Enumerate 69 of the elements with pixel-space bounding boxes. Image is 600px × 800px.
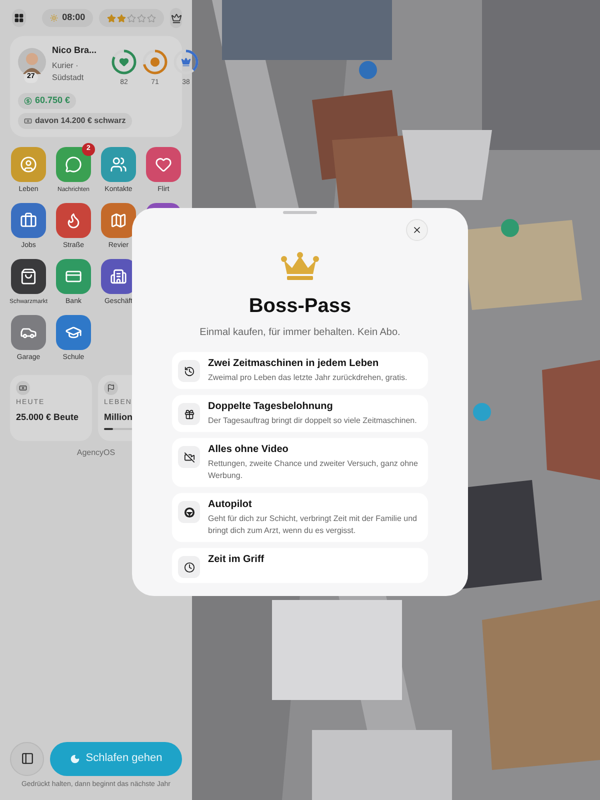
close-button[interactable] (406, 219, 428, 241)
sun-icon (50, 14, 58, 22)
star-icon (137, 14, 146, 22)
app-tile[interactable] (11, 258, 46, 294)
chat-icon (65, 156, 82, 172)
card-value: Million (104, 411, 134, 424)
feature-title: Zeit im Griff (208, 553, 264, 566)
grid-icon (14, 13, 24, 23)
app-tile[interactable] (146, 146, 181, 182)
sleep-button[interactable]: Schlafen gehen (50, 742, 182, 776)
people-icon (110, 156, 127, 172)
flame-icon (65, 212, 82, 228)
feature-text: Geht für dich zur Schicht, verbringt Zeit mit der Familie und bringt dich zum Arzt, wenn du es vergisst. (208, 513, 418, 537)
cash-text: davon 14.200 € schwarz (35, 114, 126, 126)
crown-icon (170, 12, 182, 24)
map-icon (110, 212, 127, 228)
feature-text: Rettungen, zweite Chance und zweiter Versuch, ganz ohne Werbung. (208, 458, 419, 482)
steering-wheel-icon (184, 506, 194, 518)
app-tile[interactable] (11, 314, 46, 350)
crown-button[interactable] (170, 8, 182, 28)
avatar-icon (18, 48, 46, 76)
player-district: Südstadt (52, 72, 85, 84)
feature-title: Autopilot (208, 498, 253, 511)
player-role: Kurier · (52, 60, 80, 72)
app-tile[interactable] (56, 314, 91, 350)
menu-button[interactable] (12, 9, 26, 27)
card-value: 25.000 € Beute (16, 411, 80, 424)
player-name: Nico Bra... (52, 44, 98, 57)
feature-text: Zweimal pro Leben das letzte Jahr zurückdrehen, gratis. (208, 372, 408, 384)
heart-icon (155, 156, 172, 172)
app-tile[interactable] (11, 146, 46, 182)
feature-title: Doppelte Tagesbelohnung (208, 400, 334, 413)
app-tile[interactable] (101, 146, 136, 182)
feature-text: Der Tagesauftrag bringt dir doppelt so viele Zeitmaschinen. (208, 415, 417, 427)
building-icon (110, 268, 127, 284)
star-icon (127, 14, 136, 22)
app-tile[interactable] (56, 202, 91, 238)
crown-icon (280, 252, 320, 280)
moon-icon (70, 754, 80, 764)
feature-title: Alles ohne Video (208, 443, 290, 456)
clock-icon (184, 562, 194, 572)
money-text: 60.750 € (35, 94, 70, 107)
banknote-icon (24, 116, 32, 124)
banknote-icon (19, 384, 27, 392)
time-text: 08:00 (62, 11, 86, 24)
dialog-subtitle: Einmal kaufen, für immer behalten. Kein Abo. (200, 326, 400, 340)
person-icon (20, 156, 37, 172)
sidebar-toggle-button[interactable] (10, 742, 44, 776)
app-tile[interactable] (11, 202, 46, 238)
star-icon (147, 14, 156, 22)
feature-title: Zwei Zeitmaschinen in jedem Leben (208, 357, 380, 370)
app-tile[interactable] (56, 258, 91, 294)
gift-icon (184, 408, 194, 420)
app-tile[interactable] (56, 146, 91, 182)
history-icon (184, 366, 194, 376)
sidebar-icon (20, 752, 34, 765)
crown-icon (181, 57, 191, 67)
drag-handle[interactable] (283, 211, 317, 214)
star-icon (107, 14, 116, 22)
flag-icon (107, 384, 115, 392)
video-off-icon (184, 452, 194, 462)
bag-icon (20, 268, 37, 284)
close-icon (412, 225, 422, 235)
brand-text: AgencyOS (76, 446, 116, 458)
dialog-title: Boss-Pass (248, 294, 352, 319)
briefcase-icon (20, 212, 37, 228)
app-tile[interactable] (101, 202, 136, 238)
heart-icon (119, 57, 129, 67)
star-icon (117, 14, 126, 22)
